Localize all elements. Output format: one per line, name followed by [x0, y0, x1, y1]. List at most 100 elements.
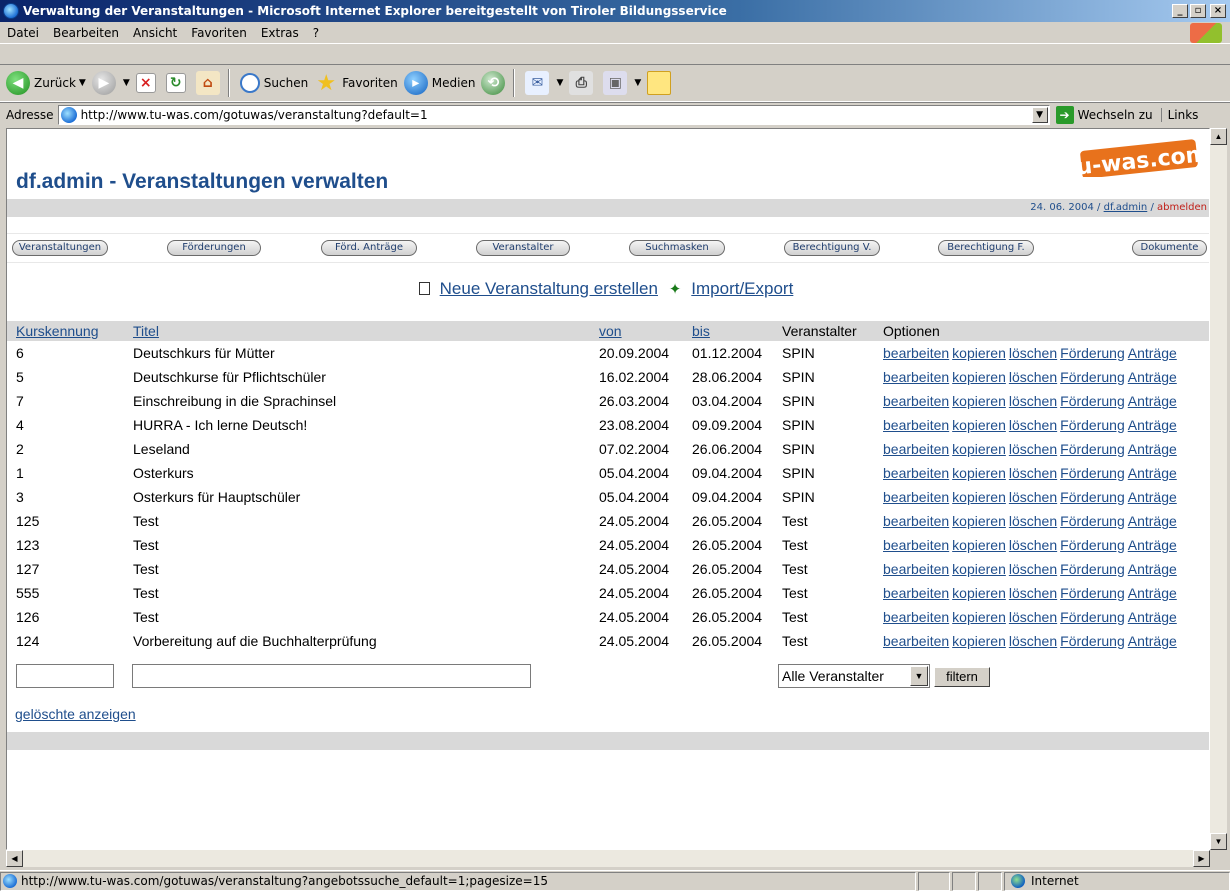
delete-link[interactable]: löschen — [1009, 393, 1057, 409]
funding-link[interactable]: Förderung — [1060, 465, 1125, 481]
funding-link[interactable]: Förderung — [1060, 537, 1125, 553]
edit-link[interactable]: bearbeiten — [883, 561, 949, 577]
edit-button[interactable]: ▣ ▼ — [603, 71, 641, 95]
stop-button[interactable]: × — [135, 73, 160, 93]
edit-link[interactable]: bearbeiten — [883, 489, 949, 505]
home-button[interactable]: ⌂ — [195, 71, 224, 95]
nav-foerd-antraege[interactable]: Förd. Anträge — [321, 240, 417, 256]
applications-link[interactable]: Anträge — [1128, 633, 1177, 649]
address-dropdown-icon[interactable]: ▼ — [1031, 106, 1048, 123]
edit-link[interactable]: bearbeiten — [883, 513, 949, 529]
edit-link[interactable]: bearbeiten — [883, 465, 949, 481]
funding-link[interactable]: Förderung — [1060, 393, 1125, 409]
sort-von-link[interactable]: von — [599, 323, 622, 339]
applications-link[interactable]: Anträge — [1128, 513, 1177, 529]
copy-link[interactable]: kopieren — [952, 417, 1006, 433]
edit-link[interactable]: bearbeiten — [883, 609, 949, 625]
scroll-right-icon[interactable]: ▶ — [1193, 850, 1210, 867]
funding-link[interactable]: Förderung — [1060, 633, 1125, 649]
edit-link[interactable]: bearbeiten — [883, 633, 949, 649]
menu-datei[interactable]: Datei — [0, 26, 46, 40]
veranstalter-select[interactable]: Alle Veranstalter ▼ — [778, 664, 930, 688]
edit-link[interactable]: bearbeiten — [883, 393, 949, 409]
delete-link[interactable]: löschen — [1009, 513, 1057, 529]
copy-link[interactable]: kopieren — [952, 489, 1006, 505]
edit-link[interactable]: bearbeiten — [883, 417, 949, 433]
scroll-up-icon[interactable]: ▲ — [1210, 128, 1227, 145]
nav-berechtigung-f[interactable]: Berechtigung F. — [938, 240, 1034, 256]
applications-link[interactable]: Anträge — [1128, 537, 1177, 553]
nav-veranstaltungen[interactable]: Veranstaltungen — [12, 240, 108, 256]
edit-link[interactable]: bearbeiten — [883, 537, 949, 553]
nav-dokumente[interactable]: Dokumente — [1132, 240, 1207, 256]
copy-link[interactable]: kopieren — [952, 585, 1006, 601]
applications-link[interactable]: Anträge — [1128, 345, 1177, 361]
vertical-scrollbar[interactable]: ▲ ▼ — [1210, 128, 1227, 850]
delete-link[interactable]: löschen — [1009, 465, 1057, 481]
funding-link[interactable]: Förderung — [1060, 609, 1125, 625]
applications-link[interactable]: Anträge — [1128, 441, 1177, 457]
copy-link[interactable]: kopieren — [952, 537, 1006, 553]
favorites-button[interactable]: ★ Favoriten — [314, 71, 397, 96]
applications-link[interactable]: Anträge — [1128, 609, 1177, 625]
menu-extras[interactable]: Extras — [254, 26, 306, 40]
applications-link[interactable]: Anträge — [1128, 393, 1177, 409]
funding-link[interactable]: Förderung — [1060, 513, 1125, 529]
show-deleted-link[interactable]: gelöschte anzeigen — [15, 706, 136, 722]
applications-link[interactable]: Anträge — [1128, 561, 1177, 577]
funding-link[interactable]: Förderung — [1060, 345, 1125, 361]
sort-kurskennung-link[interactable]: Kurskennung — [16, 323, 99, 339]
nav-suchmasken[interactable]: Suchmasken — [629, 240, 725, 256]
applications-link[interactable]: Anträge — [1128, 465, 1177, 481]
applications-link[interactable]: Anträge — [1128, 417, 1177, 433]
copy-link[interactable]: kopieren — [952, 513, 1006, 529]
kurskennung-filter-input[interactable] — [16, 664, 114, 688]
back-button[interactable]: ◀ Zurück ▼ — [6, 71, 86, 95]
sort-bis-link[interactable]: bis — [692, 323, 710, 339]
delete-link[interactable]: löschen — [1009, 561, 1057, 577]
funding-link[interactable]: Förderung — [1060, 489, 1125, 505]
media-button[interactable]: ▸ Medien — [403, 71, 475, 95]
edit-link[interactable]: bearbeiten — [883, 345, 949, 361]
sort-titel-link[interactable]: Titel — [133, 323, 159, 339]
applications-link[interactable]: Anträge — [1128, 585, 1177, 601]
links-button[interactable]: Links — [1160, 107, 1198, 122]
horizontal-scrollbar[interactable]: ◀ ▶ — [6, 850, 1210, 867]
delete-link[interactable]: löschen — [1009, 537, 1057, 553]
edit-link[interactable]: bearbeiten — [883, 441, 949, 457]
copy-link[interactable]: kopieren — [952, 633, 1006, 649]
delete-link[interactable]: löschen — [1009, 441, 1057, 457]
copy-link[interactable]: kopieren — [952, 393, 1006, 409]
scroll-left-icon[interactable]: ◀ — [6, 850, 23, 867]
delete-link[interactable]: löschen — [1009, 609, 1057, 625]
menu-bearbeiten[interactable]: Bearbeiten — [46, 26, 126, 40]
nav-berechtigung-v[interactable]: Berechtigung V. — [784, 240, 880, 256]
copy-link[interactable]: kopieren — [952, 345, 1006, 361]
refresh-button[interactable]: ↻ — [165, 73, 190, 93]
address-input[interactable]: http://www.tu-was.com/gotuwas/veranstalt… — [57, 104, 1050, 125]
menu-favoriten[interactable]: Favoriten — [184, 26, 254, 40]
minimize-button[interactable]: _ — [1172, 4, 1188, 18]
menu-ansicht[interactable]: Ansicht — [126, 26, 184, 40]
delete-link[interactable]: löschen — [1009, 489, 1057, 505]
mail-button[interactable]: ✉ ▼ — [525, 71, 563, 95]
copy-link[interactable]: kopieren — [952, 609, 1006, 625]
edit-link[interactable]: bearbeiten — [883, 369, 949, 385]
user-link[interactable]: df.admin — [1104, 202, 1148, 213]
history-button[interactable]: ⟲ — [481, 71, 509, 95]
print-button[interactable]: ⎙ — [569, 71, 597, 95]
scroll-down-icon[interactable]: ▼ — [1210, 833, 1227, 850]
copy-link[interactable]: kopieren — [952, 561, 1006, 577]
maximize-button[interactable]: ▫ — [1190, 4, 1206, 18]
applications-link[interactable]: Anträge — [1128, 369, 1177, 385]
nav-veranstalter[interactable]: Veranstalter — [476, 240, 570, 256]
titel-filter-input[interactable] — [132, 664, 531, 688]
go-button[interactable]: ➔ Wechseln zu — [1055, 105, 1153, 124]
applications-link[interactable]: Anträge — [1128, 489, 1177, 505]
delete-link[interactable]: löschen — [1009, 369, 1057, 385]
delete-link[interactable]: löschen — [1009, 345, 1057, 361]
menu-help[interactable]: ? — [306, 26, 326, 40]
nav-foerderungen[interactable]: Förderungen — [167, 240, 261, 256]
new-event-link[interactable]: Neue Veranstaltung erstellen — [440, 279, 658, 298]
delete-link[interactable]: löschen — [1009, 417, 1057, 433]
